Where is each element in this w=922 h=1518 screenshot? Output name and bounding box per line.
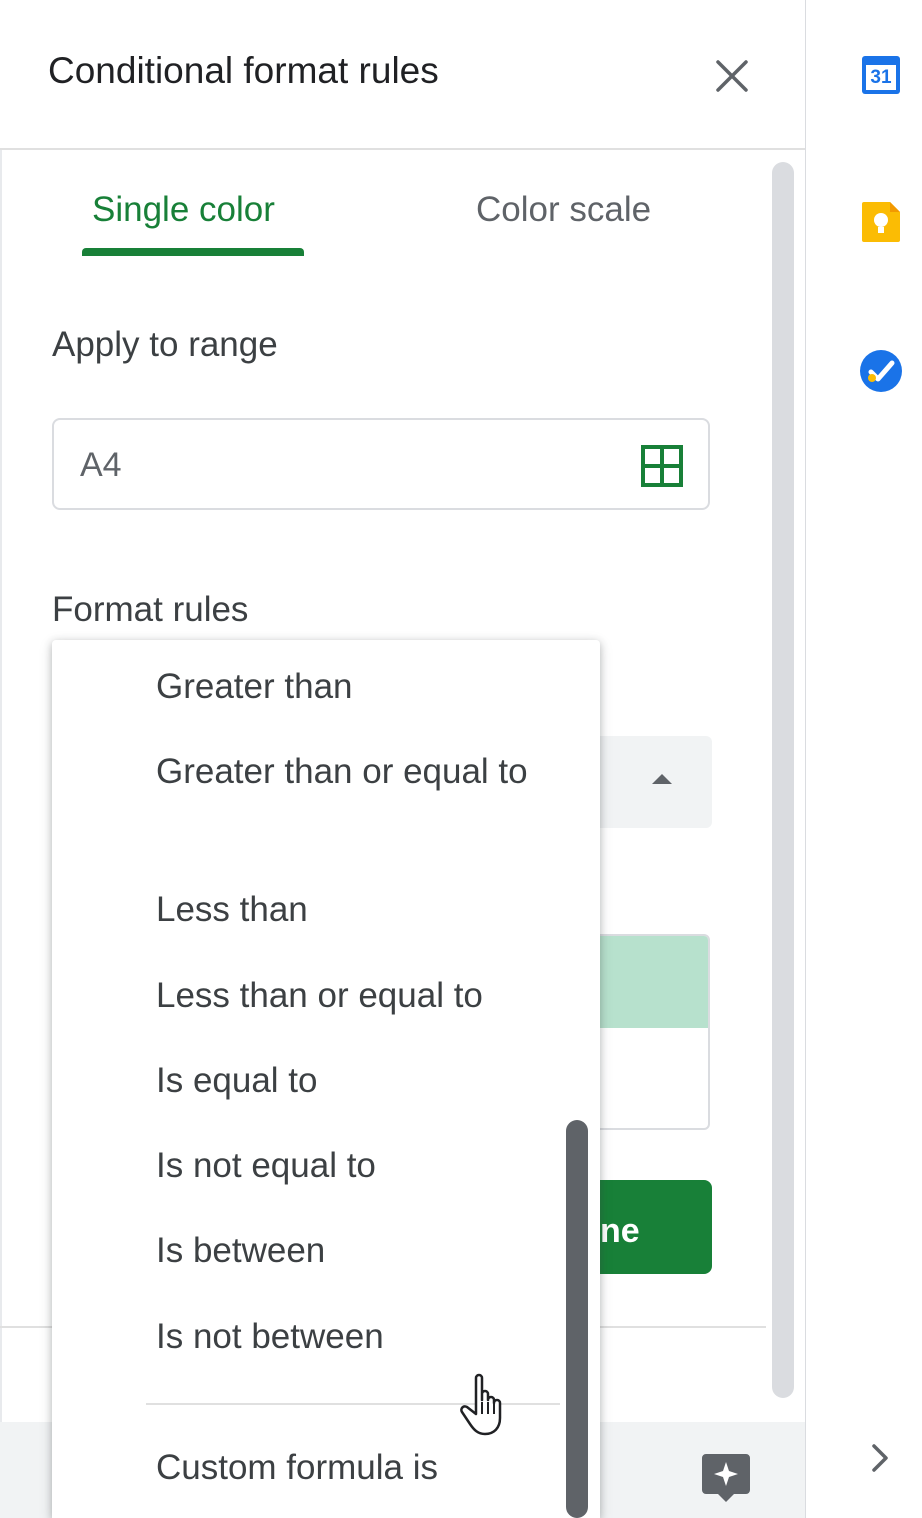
tasks-icon [860, 350, 902, 392]
expand-side-panel-button[interactable] [866, 1440, 894, 1481]
grid-edge [0, 150, 2, 1450]
range-value[interactable]: A4 [80, 446, 122, 485]
tasks-button[interactable] [858, 348, 904, 399]
close-icon [716, 60, 748, 92]
conditional-format-panel: Conditional format rules Single color Co… [0, 0, 806, 1518]
option-greater-than[interactable]: Greater than [156, 660, 576, 714]
option-is-not-equal-to[interactable]: Is not equal to [156, 1139, 576, 1193]
keep-icon [862, 202, 900, 242]
explore-button[interactable] [700, 1450, 752, 1506]
option-less-than-or-equal-to[interactable]: Less than or equal to [156, 969, 576, 1023]
condition-dropdown-menu: Greater than Greater than or equal to Le… [52, 640, 600, 1518]
hand-cursor-icon [458, 1372, 514, 1436]
caret-up-icon [652, 774, 672, 784]
option-is-not-between[interactable]: Is not between [156, 1310, 576, 1364]
tab-single-color[interactable]: Single color [92, 190, 275, 230]
apply-to-range-label: Apply to range [52, 325, 278, 364]
side-panel-border [805, 0, 806, 1518]
range-input[interactable]: A4 [52, 418, 710, 510]
grid-icon [641, 445, 683, 487]
explore-icon [702, 1454, 750, 1502]
calendar-day: 31 [870, 67, 892, 88]
format-rules-label: Format rules [52, 590, 249, 629]
active-tab-indicator [82, 248, 304, 256]
keep-button[interactable] [860, 200, 902, 249]
option-custom-formula-is[interactable]: Custom formula is [156, 1441, 576, 1495]
tab-color-scale[interactable]: Color scale [476, 190, 651, 230]
menu-scrollbar-thumb[interactable] [566, 1120, 588, 1518]
close-button[interactable] [706, 50, 758, 102]
option-is-equal-to[interactable]: Is equal to [156, 1054, 576, 1108]
option-less-than[interactable]: Less than [156, 883, 576, 937]
panel-scrollbar[interactable] [772, 162, 794, 1398]
chevron-right-icon [872, 1444, 888, 1472]
panel-header: Conditional format rules [0, 0, 805, 150]
panel-title: Conditional format rules [48, 50, 439, 91]
calendar-button[interactable]: 31 [860, 54, 902, 101]
select-range-button[interactable] [640, 444, 684, 488]
option-is-between[interactable]: Is between [156, 1224, 576, 1278]
option-greater-than-or-equal-to[interactable]: Greater than or equal to [156, 745, 576, 799]
